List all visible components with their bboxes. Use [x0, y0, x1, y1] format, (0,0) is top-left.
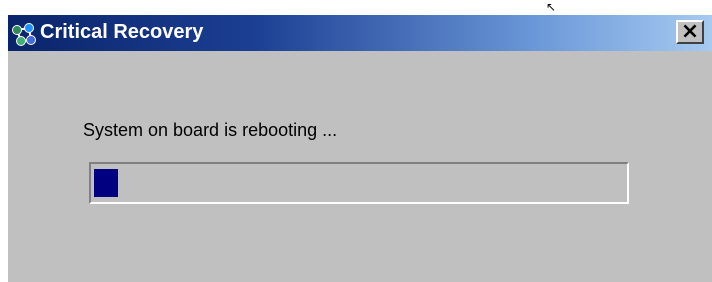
close-icon: × — [680, 19, 700, 44]
critical-recovery-dialog: Critical Recovery × System on board is r… — [8, 15, 712, 282]
title-bar[interactable]: Critical Recovery × — [8, 15, 712, 51]
status-message: System on board is rebooting ... — [83, 120, 338, 140]
progress-bar — [89, 162, 629, 204]
close-button[interactable]: × — [676, 20, 704, 44]
mouse-cursor-icon: ↖ — [546, 0, 557, 14]
progress-bar-fill — [94, 169, 118, 197]
window-title: Critical Recovery — [40, 21, 204, 43]
network-nodes-icon — [12, 23, 36, 46]
